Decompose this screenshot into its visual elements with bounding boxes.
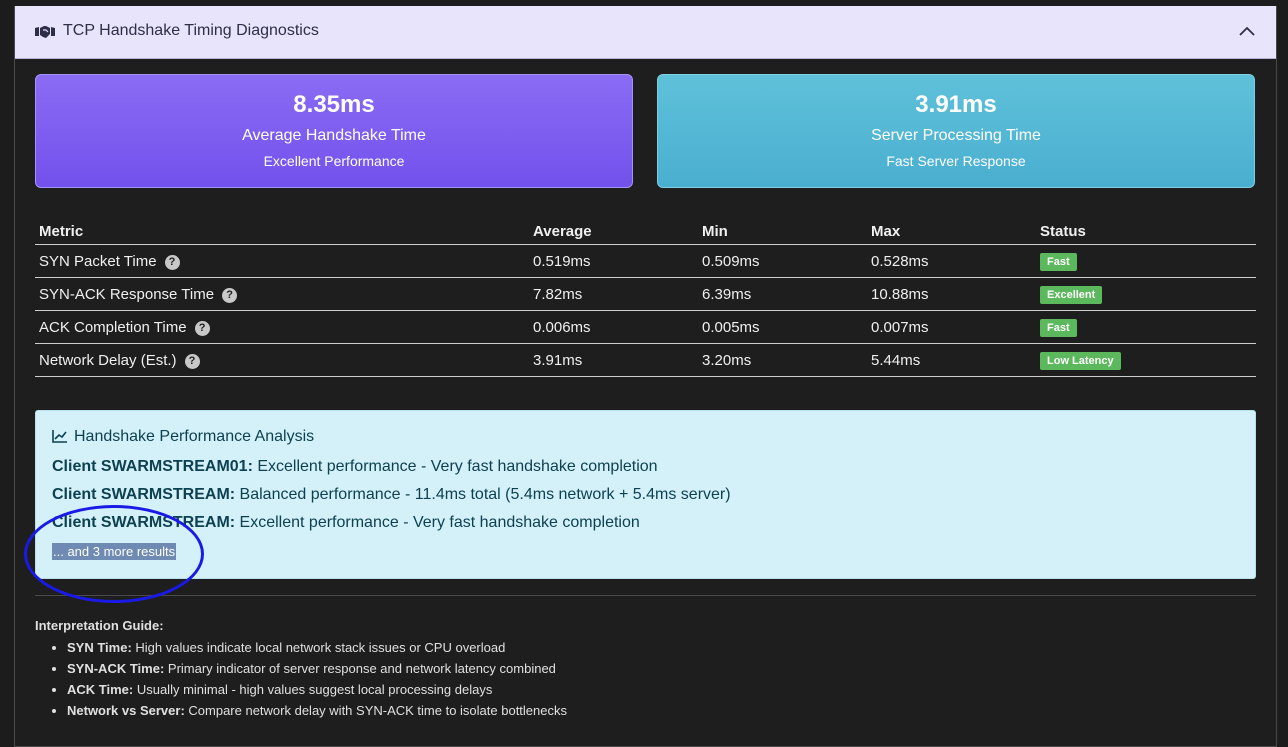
server-processing-label: Server Processing Time <box>871 127 1041 144</box>
diagnostics-panel: TCP Handshake Timing Diagnostics 8.35ms … <box>14 6 1277 747</box>
status-badge: Fast <box>1040 252 1077 271</box>
avg-handshake-card: 8.35ms Average Handshake Time Excellent … <box>35 74 633 188</box>
guide-text: Primary indicator of server response and… <box>164 661 556 676</box>
analysis-text: Excellent performance - Very fast handsh… <box>235 514 640 531</box>
status-badge: Low Latency <box>1040 351 1121 370</box>
table-row: Network Delay (Est.)? 3.91ms 3.20ms 5.44… <box>35 343 1256 377</box>
col-header-max: Max <box>867 218 1036 245</box>
analysis-line: Client SWARMSTREAM: Excellent performanc… <box>52 514 640 532</box>
list-item: Network vs Server: Compare network delay… <box>67 700 567 721</box>
interpretation-guide: Interpretation Guide: SYN Time: High val… <box>35 618 567 721</box>
summary-cards: 8.35ms Average Handshake Time Excellent … <box>35 74 1256 188</box>
table-row: SYN-ACK Response Time? 7.82ms 6.39ms 10.… <box>35 277 1256 311</box>
server-processing-sub: Fast Server Response <box>886 153 1026 169</box>
col-header-average: Average <box>529 218 698 245</box>
guide-text: Usually minimal - high values suggest lo… <box>133 682 493 697</box>
metric-name: ACK Completion Time <box>39 318 187 336</box>
panel-title: TCP Handshake Timing Diagnostics <box>63 22 319 39</box>
help-icon[interactable]: ? <box>164 254 180 270</box>
table-row: ACK Completion Time? 0.006ms 0.005ms 0.0… <box>35 310 1256 344</box>
status-cell: Fast <box>1036 310 1256 344</box>
help-icon[interactable]: ? <box>184 353 200 369</box>
average-cell: 0.519ms <box>529 244 698 278</box>
max-cell: 0.528ms <box>867 244 1036 278</box>
status-cell: Low Latency <box>1036 343 1256 377</box>
guide-text: High values indicate local network stack… <box>131 640 506 655</box>
guide-title: Interpretation Guide: <box>35 618 164 633</box>
status-badge: Excellent <box>1040 285 1103 304</box>
metric-cell: ACK Completion Time? <box>35 310 529 344</box>
list-item: ACK Time: Usually minimal - high values … <box>67 679 567 700</box>
col-header-min: Min <box>698 218 867 245</box>
analysis-title: Handshake Performance Analysis <box>52 428 314 446</box>
status-cell: Excellent <box>1036 277 1256 311</box>
max-cell: 5.44ms <box>867 343 1036 377</box>
col-header-status: Status <box>1036 218 1256 245</box>
guide-text: Compare network delay with SYN-ACK time … <box>184 703 567 718</box>
max-cell: 0.007ms <box>867 310 1036 344</box>
avg-handshake-label: Average Handshake Time <box>242 127 426 144</box>
min-cell: 0.509ms <box>698 244 867 278</box>
more-results-link[interactable]: ... and 3 more results <box>52 543 177 560</box>
guide-list: SYN Time: High values indicate local net… <box>35 637 567 721</box>
client-name: Client SWARMSTREAM: <box>52 514 236 531</box>
handshake-icon <box>35 26 55 38</box>
min-cell: 6.39ms <box>698 277 867 311</box>
avg-handshake-sub: Excellent Performance <box>263 153 405 169</box>
server-processing-value: 3.91ms <box>915 91 997 118</box>
client-name: Client SWARMSTREAM: <box>52 486 236 503</box>
metric-cell: SYN Packet Time? <box>35 244 529 278</box>
table-row: SYN Packet Time? 0.519ms 0.509ms 0.528ms… <box>35 244 1256 278</box>
status-badge: Fast <box>1040 318 1077 337</box>
help-icon[interactable]: ? <box>222 287 238 303</box>
metric-cell: SYN-ACK Response Time? <box>35 277 529 311</box>
min-cell: 0.005ms <box>698 310 867 344</box>
chevron-up-icon[interactable] <box>1238 24 1256 38</box>
analysis-text: Balanced performance - 11.4ms total (5.4… <box>235 486 731 503</box>
status-cell: Fast <box>1036 244 1256 278</box>
line-chart-icon <box>52 430 67 443</box>
analysis-text: Excellent performance - Very fast handsh… <box>252 458 658 475</box>
guide-term: Network vs Server: <box>67 703 185 718</box>
metric-name: Network Delay (Est.) <box>39 351 177 369</box>
performance-analysis-box: Handshake Performance Analysis Client SW… <box>35 410 1256 579</box>
metrics-table: Metric Average Min Max Status SYN Packet… <box>35 218 1256 377</box>
analysis-line: Client SWARMSTREAM: Balanced performance… <box>52 486 731 504</box>
analysis-line: Client SWARMSTREAM01: Excellent performa… <box>52 458 658 476</box>
average-cell: 7.82ms <box>529 277 698 311</box>
table-header-row: Metric Average Min Max Status <box>35 218 1256 245</box>
help-icon[interactable]: ? <box>194 320 210 336</box>
panel-header[interactable]: TCP Handshake Timing Diagnostics <box>15 6 1276 59</box>
metric-name: SYN-ACK Response Time <box>39 285 215 303</box>
analysis-title-text: Handshake Performance Analysis <box>74 428 315 445</box>
col-header-metric: Metric <box>35 218 529 245</box>
max-cell: 10.88ms <box>867 277 1036 311</box>
list-item: SYN-ACK Time: Primary indicator of serve… <box>67 658 567 679</box>
guide-term: SYN-ACK Time: <box>67 661 165 676</box>
server-processing-card: 3.91ms Server Processing Time Fast Serve… <box>657 74 1255 188</box>
divider <box>35 595 1256 596</box>
avg-handshake-value: 8.35ms <box>293 91 375 118</box>
metric-name: SYN Packet Time <box>39 252 157 270</box>
list-item: SYN Time: High values indicate local net… <box>67 637 567 658</box>
average-cell: 0.006ms <box>529 310 698 344</box>
metric-cell: Network Delay (Est.)? <box>35 343 529 377</box>
average-cell: 3.91ms <box>529 343 698 377</box>
min-cell: 3.20ms <box>698 343 867 377</box>
client-name: Client SWARMSTREAM01: <box>52 458 253 475</box>
guide-term: SYN Time: <box>67 640 132 655</box>
guide-term: ACK Time: <box>67 682 134 697</box>
